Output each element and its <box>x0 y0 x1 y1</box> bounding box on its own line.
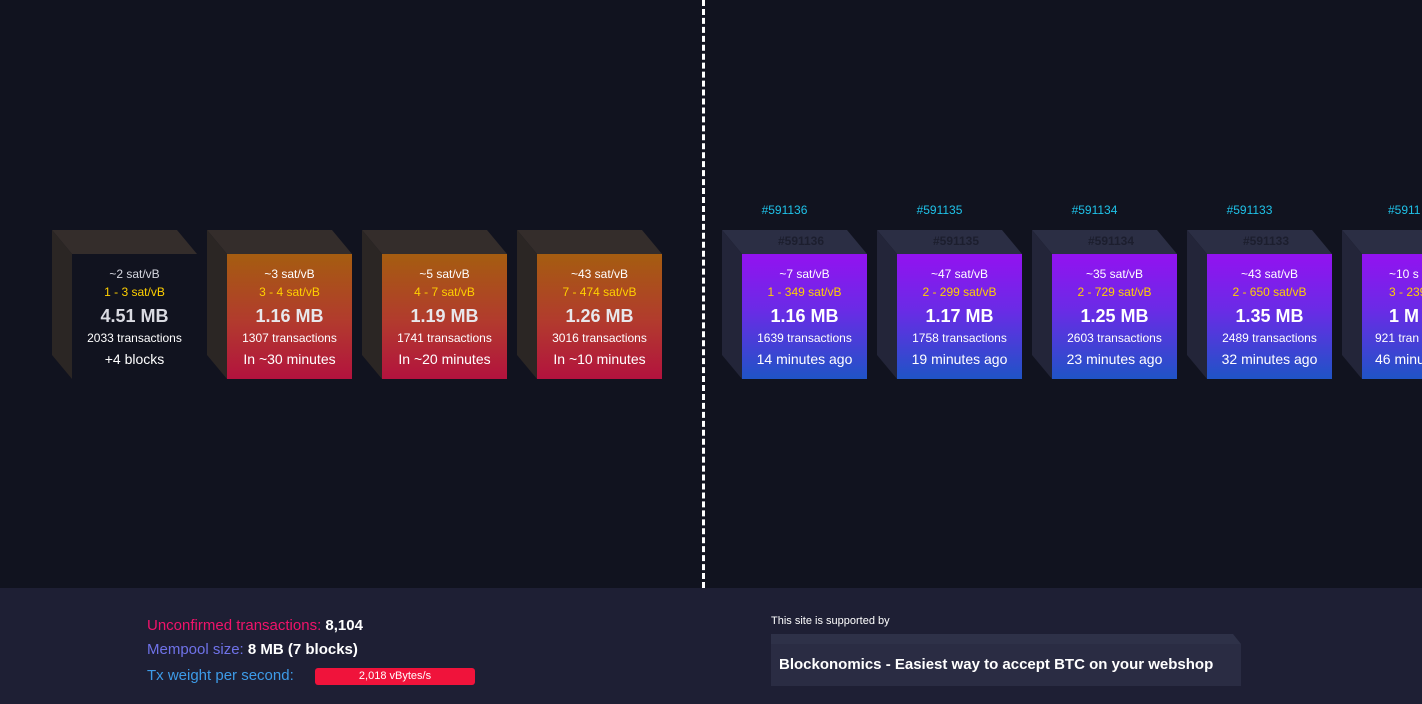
block-fee-range: 2 - 650 sat/vB <box>1232 285 1307 299</box>
block-age: 23 minutes ago <box>1066 351 1163 367</box>
block-median-fee: ~5 sat/vB <box>419 267 470 281</box>
sponsor-caption: This site is supported by <box>771 615 890 627</box>
block-median-fee: ~43 sat/vB <box>1240 267 1299 281</box>
mempool-size-stat: Mempool size: 8 MB (7 blocks) <box>147 640 358 660</box>
mempool-size-label: Mempool size: <box>147 641 244 658</box>
block-size: 1.26 MB <box>565 306 634 326</box>
block-height[interactable]: #591136 <box>722 203 847 217</box>
block-transaction-count: 2603 transactions <box>1067 331 1162 345</box>
block-age: 19 minutes ago <box>911 351 1008 367</box>
block-eta: In ~20 minutes <box>398 351 491 367</box>
block-age: 32 minutes ago <box>1221 351 1318 367</box>
mined-block[interactable]: #591134 ~35 sat/vB 2 - 729 sat/vB 1.25 M… <box>1032 230 1177 379</box>
mempool-block[interactable]: ~3 sat/vB 3 - 4 sat/vB 1.16 MB 1307 tran… <box>207 230 352 379</box>
unconfirmed-transactions-stat: Unconfirmed transactions: 8,104 <box>147 616 363 636</box>
mined-block[interactable]: ~10 s 3 - 239 1 M 921 tran 46 minu <box>1342 230 1422 379</box>
stats-footer: Unconfirmed transactions: 8,104 Mempool … <box>0 588 1422 704</box>
block-transaction-count: 1307 transactions <box>242 331 337 345</box>
block-height-shadow: #591136 <box>777 234 825 248</box>
block-size: 1 M <box>1389 306 1420 326</box>
mined-block[interactable]: #591136 ~7 sat/vB 1 - 349 sat/vB 1.16 MB… <box>722 230 867 379</box>
block-height-shadow: #591135 <box>932 234 980 248</box>
block-height[interactable]: #591134 <box>1032 203 1157 217</box>
unconfirmed-transactions-label: Unconfirmed transactions: <box>147 617 322 634</box>
block-size: 1.16 MB <box>770 306 839 326</box>
block-size: 1.17 MB <box>925 306 994 326</box>
mempool-block[interactable]: ~43 sat/vB 7 - 474 sat/vB 1.26 MB 3016 t… <box>517 230 662 379</box>
block-height[interactable]: #591135 <box>877 203 1002 217</box>
block-transaction-count: 1639 transactions <box>757 331 852 345</box>
block-fee-range: 2 - 729 sat/vB <box>1077 285 1152 299</box>
block-age: 46 minu <box>1375 351 1422 367</box>
block-eta: In ~30 minutes <box>243 351 336 367</box>
block-size: 1.16 MB <box>255 306 324 326</box>
block-size: 4.51 MB <box>100 306 169 326</box>
mempool-size-value: 8 MB (7 blocks) <box>247 641 358 658</box>
block-transaction-count: 921 tran <box>1375 331 1420 345</box>
mempool-block[interactable]: ~2 sat/vB 1 - 3 sat/vB 4.51 MB 2033 tran… <box>52 230 197 379</box>
tx-weight-bar: 2,018 vBytes/s <box>315 668 475 685</box>
block-median-fee: ~2 sat/vB <box>109 267 160 281</box>
block-transaction-count: 2489 transactions <box>1222 331 1317 345</box>
tx-weight-stat: Tx weight per second: 2,018 vBytes/s <box>147 666 475 686</box>
block-fee-range: 7 - 474 sat/vB <box>562 285 637 299</box>
mempool-block[interactable]: ~5 sat/vB 4 - 7 sat/vB 1.19 MB 1741 tran… <box>362 230 507 379</box>
block-size: 1.35 MB <box>1235 306 1304 326</box>
block-fee-range: 1 - 3 sat/vB <box>104 285 165 299</box>
block-fee-range: 2 - 299 sat/vB <box>922 285 997 299</box>
block-transaction-count: 1758 transactions <box>912 331 1007 345</box>
block-eta: In ~10 minutes <box>553 351 646 367</box>
block-height[interactable]: #591133 <box>1187 203 1312 217</box>
mempool-chain-divider <box>702 0 705 588</box>
unconfirmed-transactions-value: 8,104 <box>325 617 363 634</box>
block-fee-range: 3 - 4 sat/vB <box>259 285 320 299</box>
block-median-fee: ~43 sat/vB <box>570 267 629 281</box>
mined-block[interactable]: #591135 ~47 sat/vB 2 - 299 sat/vB 1.17 M… <box>877 230 1022 379</box>
block-height-shadow: #591134 <box>1087 234 1135 248</box>
block-fee-range: 3 - 239 <box>1389 285 1422 299</box>
block-fee-range: 4 - 7 sat/vB <box>414 285 475 299</box>
block-fee-range: 1 - 349 sat/vB <box>767 285 842 299</box>
sponsor-banner[interactable]: Blockonomics - Easiest way to accept BTC… <box>771 634 1241 686</box>
block-age: 14 minutes ago <box>756 351 853 367</box>
block-transaction-count: 1741 transactions <box>397 331 492 345</box>
tx-weight-label: Tx weight per second: <box>147 667 294 684</box>
blockchain-stage: ~2 sat/vB 1 - 3 sat/vB 4.51 MB 2033 tran… <box>0 0 1422 588</box>
block-height[interactable]: #5911 <box>1342 203 1422 217</box>
block-eta: +4 blocks <box>104 351 165 367</box>
block-size: 1.25 MB <box>1080 306 1149 326</box>
block-size: 1.19 MB <box>410 306 479 326</box>
mined-block[interactable]: #591133 ~43 sat/vB 2 - 650 sat/vB 1.35 M… <box>1187 230 1332 379</box>
block-median-fee: ~7 sat/vB <box>779 267 830 281</box>
block-median-fee: ~47 sat/vB <box>930 267 989 281</box>
block-median-fee: ~10 s <box>1389 267 1419 281</box>
block-median-fee: ~35 sat/vB <box>1085 267 1144 281</box>
block-transaction-count: 3016 transactions <box>552 331 647 345</box>
sponsor-link[interactable]: Blockonomics - Easiest way to accept BTC… <box>771 644 1241 686</box>
block-median-fee: ~3 sat/vB <box>264 267 315 281</box>
block-transaction-count: 2033 transactions <box>87 331 182 345</box>
block-height-shadow: #591133 <box>1242 234 1290 248</box>
